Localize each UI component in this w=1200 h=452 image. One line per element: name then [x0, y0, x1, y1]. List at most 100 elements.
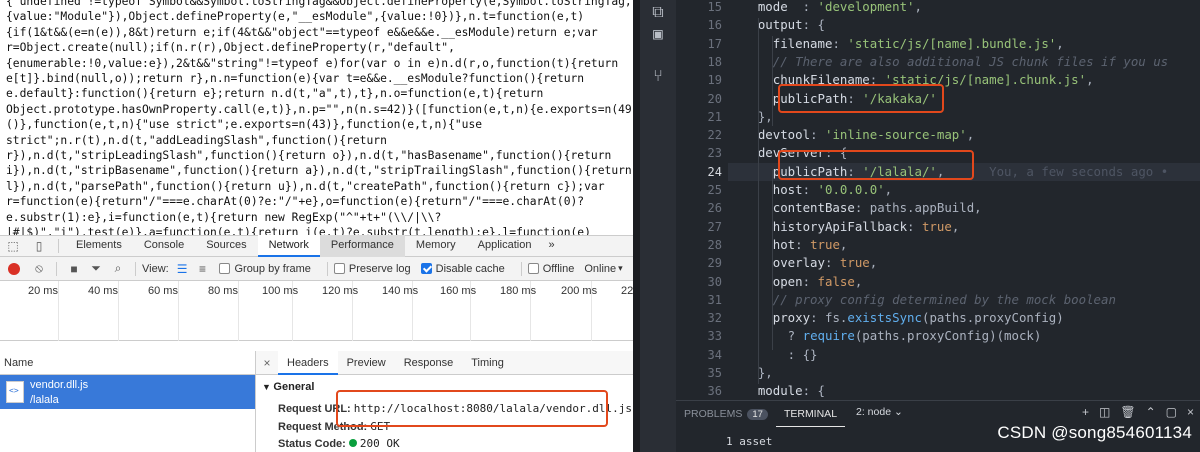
- indent-guide: [758, 18, 759, 384]
- split-icon[interactable]: ◫: [1099, 405, 1110, 419]
- code-token: true: [921, 218, 952, 234]
- more-tabs-button[interactable]: »: [542, 235, 560, 257]
- camera-icon[interactable]: ■: [63, 262, 85, 276]
- offline-checkbox[interactable]: Offline: [527, 262, 575, 275]
- chevron-down-icon: ⌄: [893, 406, 903, 418]
- code-token: :: [787, 0, 818, 14]
- tab-network[interactable]: Network: [257, 235, 320, 257]
- timeline-tick-label: 120 ms: [322, 285, 359, 297]
- problems-count-badge: 17: [747, 408, 768, 420]
- line-number: 20: [707, 91, 722, 106]
- status-code-value: 200 OK: [359, 437, 400, 450]
- devtools-tab-bar: ⬚ ▯ Elements Console Sources Network Perform…: [0, 235, 633, 257]
- group-by-frame-label: Group by frame: [234, 262, 311, 275]
- tab-preview[interactable]: Preview: [338, 351, 395, 375]
- line-number: 29: [707, 256, 722, 271]
- detail-tab-list: Headers Preview Response Timing: [278, 350, 513, 375]
- source-control-icon[interactable]: ⧉: [648, 2, 668, 22]
- code-token: : {: [802, 383, 825, 399]
- close-icon[interactable]: ×: [1187, 405, 1194, 419]
- request-detail-tabs: × Headers Preview Response Timing: [256, 350, 633, 375]
- code-editor[interactable]: mode : 'development', output: { filename…: [728, 0, 1200, 400]
- waterfall-view-icon[interactable]: ≡: [191, 262, 213, 276]
- code-token: :: [824, 255, 840, 271]
- record-button[interactable]: [8, 262, 20, 275]
- timeline-tick-label: 100 ms: [262, 285, 299, 297]
- general-section-toggle[interactable]: ▼ General: [262, 381, 314, 393]
- code-token: devtool: [728, 127, 811, 143]
- code-token: :: [802, 273, 818, 289]
- maximize-icon[interactable]: ▢: [1166, 405, 1177, 419]
- plus-icon[interactable]: +: [1082, 405, 1089, 419]
- code-token: mode: [728, 0, 788, 14]
- network-timeline-overview[interactable]: 20 ms 40 ms 60 ms 80 ms 100 ms 120 ms 140 ms 16…: [0, 281, 633, 341]
- code-token: ,: [884, 182, 893, 197]
- timeline-gridline: [118, 281, 119, 341]
- code-line: overlay: true,: [728, 255, 877, 273]
- script-file-icon: [6, 381, 24, 403]
- code-line: output: {: [728, 17, 825, 35]
- tab-sources[interactable]: Sources: [195, 235, 257, 257]
- line-number: 15: [707, 0, 722, 14]
- git-lens-icon[interactable]: ⑂: [648, 66, 668, 86]
- offline-label: Offline: [542, 262, 575, 275]
- checkbox-icon: [333, 263, 345, 274]
- tab-terminal[interactable]: TERMINAL: [775, 401, 846, 427]
- throttling-value: Online: [584, 262, 617, 275]
- problems-label: PROBLEMS: [684, 408, 743, 420]
- tab-response[interactable]: Response: [395, 351, 463, 375]
- tab-memory[interactable]: Memory: [405, 235, 467, 257]
- tab-problems[interactable]: PROBLEMS 17: [676, 401, 776, 427]
- disable-cache-checkbox[interactable]: Disable cache: [420, 263, 505, 275]
- timeline-tick-label: 40 ms: [88, 285, 118, 297]
- code-token: ,: [914, 0, 922, 14]
- code-token: :: [810, 127, 825, 143]
- tab-headers[interactable]: Headers: [278, 350, 338, 375]
- timeline-tick-label: 20 ms: [28, 285, 58, 297]
- code-line: },: [728, 365, 773, 383]
- preserve-log-label: Preserve log: [348, 262, 411, 275]
- device-toolbar-icon[interactable]: ▯: [26, 236, 52, 256]
- checkbox-icon: [219, 263, 231, 274]
- filter-icon[interactable]: ⏷: [85, 261, 107, 276]
- preserve-log-checkbox[interactable]: Preserve log: [333, 262, 411, 275]
- terminal-select[interactable]: 2: node ⌄: [856, 406, 903, 418]
- list-view-icon[interactable]: ☰: [177, 262, 188, 276]
- tab-performance[interactable]: Performance: [319, 235, 405, 257]
- request-row-selected[interactable]: vendor.dll.js /lalala: [0, 375, 255, 409]
- chevron-up-icon[interactable]: ⌃: [1146, 405, 1156, 419]
- code-line: proxy: fs.existsSync(paths.proxyConfig): [728, 310, 1064, 328]
- line-number: 21: [707, 109, 722, 124]
- trash-icon[interactable]: 🗑︎: [1120, 405, 1135, 419]
- code-line: contentBase: paths.appBuild,: [728, 200, 982, 218]
- panel-actions: + ◫ 🗑︎ ⌃ ▢ ×: [1082, 405, 1194, 419]
- group-by-frame-checkbox[interactable]: Group by frame: [219, 262, 311, 275]
- throttling-select[interactable]: Online ▾: [584, 263, 622, 275]
- clear-icon[interactable]: ⦸: [28, 261, 50, 276]
- close-icon[interactable]: ×: [256, 356, 278, 370]
- inspect-element-icon[interactable]: ⬚: [0, 236, 26, 256]
- code-token: ,: [1056, 35, 1064, 51]
- code-line: historyApiFallback: true,: [728, 218, 960, 237]
- code-token: :: [832, 35, 848, 51]
- tab-application[interactable]: Application: [467, 235, 543, 257]
- search-icon[interactable]: ⌕: [107, 261, 129, 276]
- timeline-tick-label: 140 ms: [382, 285, 419, 297]
- line-number: 27: [707, 219, 722, 234]
- tab-console[interactable]: Console: [133, 235, 195, 257]
- browser-devtools-window: {"undefined"!=typeof Symbol&&Symbol.toSt…: [0, 0, 633, 452]
- divider: [520, 261, 522, 276]
- indent-guide: [772, 170, 773, 350]
- timeline-tick-label: 60 ms: [148, 285, 178, 297]
- timeline-tick-label: 160 ms: [440, 285, 477, 297]
- code-line: },: [728, 109, 773, 127]
- code-token: :: [795, 236, 811, 252]
- name-column-header[interactable]: Name: [0, 351, 255, 375]
- code-token: 'inline-source-map': [824, 127, 967, 143]
- tab-timing[interactable]: Timing: [462, 351, 513, 375]
- network-toolbar: ⦸ ■ ⏷ ⌕ View: ☰ ≡ Group by frame Preserv…: [0, 257, 633, 281]
- code-line: // There are also additional JS chunk fi…: [728, 54, 1168, 72]
- extensions-icon[interactable]: ▣: [648, 24, 668, 44]
- tab-elements[interactable]: Elements: [65, 235, 133, 257]
- code-line: mode : 'development',: [728, 0, 922, 17]
